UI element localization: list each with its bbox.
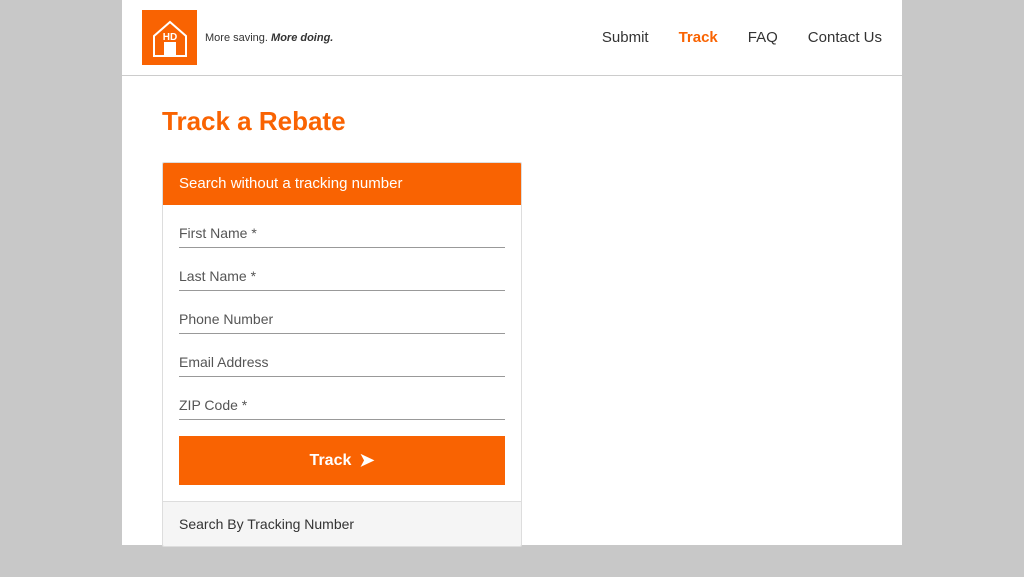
zip-code-field: [179, 385, 505, 424]
nav-submit[interactable]: Submit: [602, 29, 649, 46]
track-button-arrow-icon: ➤: [359, 450, 374, 471]
header: HD More saving. More doing. Submit Track…: [122, 0, 902, 76]
form-card: Search without a tracking number: [162, 162, 522, 547]
last-name-input[interactable]: [179, 256, 505, 291]
page-title: Track a Rebate: [162, 106, 862, 137]
form-body: Track ➤: [163, 205, 521, 501]
track-button-label: Track: [310, 452, 352, 470]
nav-contact-us[interactable]: Contact Us: [808, 29, 882, 46]
first-name-field: [179, 213, 505, 252]
nav-faq[interactable]: FAQ: [748, 29, 778, 46]
svg-text:HD: HD: [162, 32, 176, 43]
phone-number-input[interactable]: [179, 299, 505, 334]
phone-number-field: [179, 299, 505, 338]
logo-area: HD More saving. More doing.: [142, 10, 333, 65]
nav-links: Submit Track FAQ Contact Us: [602, 29, 882, 46]
search-by-tracking-number[interactable]: Search By Tracking Number: [163, 501, 521, 546]
last-name-field: [179, 256, 505, 295]
first-name-input[interactable]: [179, 213, 505, 248]
page-container: HD More saving. More doing. Submit Track…: [0, 0, 1024, 545]
zip-code-input[interactable]: [179, 385, 505, 420]
nav-track[interactable]: Track: [679, 29, 718, 46]
track-button[interactable]: Track ➤: [179, 436, 505, 485]
home-depot-logo: HD: [142, 10, 197, 65]
form-card-header: Search without a tracking number: [163, 163, 521, 205]
email-address-input[interactable]: [179, 342, 505, 377]
logo-svg: HD: [150, 18, 190, 58]
content-area: HD More saving. More doing. Submit Track…: [122, 0, 902, 545]
main-content: Track a Rebate Search without a tracking…: [122, 76, 902, 577]
email-address-field: [179, 342, 505, 381]
logo-tagline: More saving. More doing.: [205, 32, 333, 44]
form-card-header-text: Search without a tracking number: [179, 175, 402, 192]
